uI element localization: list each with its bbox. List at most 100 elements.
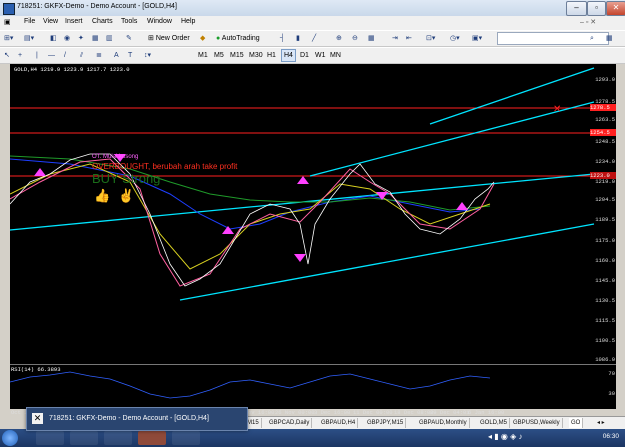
- menu-window[interactable]: Window: [147, 18, 172, 25]
- rsi-level-label: 70: [608, 370, 615, 377]
- indicator-separator: [10, 364, 616, 365]
- menu-view[interactable]: View: [43, 18, 58, 25]
- maximize-button[interactable]: ▫: [587, 1, 606, 16]
- menu-insert[interactable]: Insert: [65, 18, 83, 25]
- indicators-icon[interactable]: ⊡▾: [426, 33, 435, 44]
- child-window-buttons[interactable]: – ▫ ✕: [580, 18, 596, 26]
- chart-area[interactable]: GOLD,H4 1219.9 1223.9 1217.7 1223.0 ✕ RS…: [10, 64, 616, 416]
- expert-advisors-icon[interactable]: ◆: [200, 33, 205, 44]
- profiles-icon[interactable]: ▤▾: [24, 33, 34, 44]
- horizontal-line-icon[interactable]: —: [48, 50, 55, 61]
- menu-file[interactable]: File: [24, 18, 35, 25]
- community-icon[interactable]: ▦: [606, 33, 613, 44]
- trendline-top[interactable]: [429, 67, 595, 125]
- cursor-icon[interactable]: ↖: [4, 50, 10, 61]
- metaeditor-icon[interactable]: ✎: [126, 33, 132, 44]
- text-icon[interactable]: A: [114, 50, 119, 61]
- tab-gbpusd-weekly[interactable]: GBPUSD,Weekly: [511, 418, 563, 428]
- time-axis-label: ov 16:00: [248, 409, 275, 416]
- price-axis-label: 1234.0: [595, 158, 615, 165]
- taskbar-app[interactable]: [36, 431, 64, 445]
- close-button[interactable]: ✕: [606, 1, 625, 16]
- tab-gold-active[interactable]: GO: [569, 418, 584, 428]
- timeframe-m5[interactable]: M5: [214, 50, 224, 61]
- taskbar: 06:30 ◂ ▮ ◉ ◈ ♪: [0, 429, 625, 447]
- taskbar-app-mt4[interactable]: [138, 431, 166, 445]
- tab-gold-m5[interactable]: GOLD,M5: [478, 418, 511, 428]
- price-axis-label: 1219.0: [595, 178, 615, 185]
- tile-windows-icon[interactable]: ▦: [368, 33, 375, 44]
- gesture-icon: ✌: [118, 188, 135, 203]
- arrows-icon[interactable]: ↕▾: [144, 50, 151, 61]
- periods-icon[interactable]: ◷▾: [450, 33, 460, 44]
- buy-arrow-icon: [222, 226, 234, 234]
- autotrading-button[interactable]: ● AutoTrading: [216, 33, 260, 44]
- tab-gbpaud-h4[interactable]: GBPAUD,H4: [319, 418, 359, 428]
- taskbar-app[interactable]: [172, 431, 200, 445]
- annotation-overbought[interactable]: OVERBOUGHT, berubah arah take profit: [92, 162, 237, 171]
- thumbs-up-icon: 👍: [94, 188, 111, 203]
- price-axis-label: 1145.0: [595, 277, 615, 284]
- taskbar-app[interactable]: [70, 431, 98, 445]
- bar-chart-icon[interactable]: ┤: [280, 33, 285, 44]
- vertical-line-icon[interactable]: |: [36, 50, 38, 61]
- price-axis-label: 1189.5: [595, 216, 615, 223]
- tab-scroll-arrows[interactable]: ◂ ▸: [595, 418, 607, 428]
- navigator-icon[interactable]: ✦: [78, 33, 84, 44]
- terminal-icon[interactable]: ▦: [92, 33, 99, 44]
- taskbar-preview-tooltip[interactable]: ✕ 718251: GKFX-Demo - Demo Account - [GO…: [26, 407, 248, 431]
- timeframe-h4[interactable]: H4: [281, 49, 296, 62]
- trendline-lower-channel[interactable]: [179, 223, 595, 301]
- equidistant-channel-icon[interactable]: ⫽: [80, 50, 83, 61]
- time-axis-label: 11 Dec 00:00: [353, 409, 393, 416]
- price-axis-label: 1248.5: [595, 138, 615, 145]
- zoom-in-icon[interactable]: ⊕: [336, 33, 342, 44]
- trendline-icon[interactable]: /: [64, 50, 66, 61]
- app-icon: [3, 3, 15, 15]
- mt4-app-icon: ✕: [32, 413, 43, 424]
- timeframe-m30[interactable]: M30: [249, 50, 263, 61]
- chart-shift-icon[interactable]: ⇤: [406, 33, 412, 44]
- trendline-upper-steep[interactable]: [309, 101, 595, 177]
- timeframe-m1[interactable]: M1: [198, 50, 208, 61]
- annotation-buy-strong[interactable]: BUY Strong: [92, 171, 160, 186]
- data-window-icon[interactable]: ◉: [64, 33, 70, 44]
- candlestick-icon[interactable]: ▮: [296, 33, 300, 44]
- price-tag-red: 1278.5: [590, 104, 616, 111]
- fibonacci-icon[interactable]: ≣: [96, 50, 102, 61]
- tab-gbpjpy-m15[interactable]: GBPJPY,M15: [365, 418, 407, 428]
- chart-menu-icon[interactable]: ▣: [4, 18, 11, 26]
- timeframe-w1[interactable]: W1: [315, 50, 326, 61]
- new-chart-icon[interactable]: ⊞▾: [4, 33, 13, 44]
- tab-gbpaud-monthly[interactable]: GBPAUD,Monthly: [417, 418, 470, 428]
- strategy-tester-icon[interactable]: ▥: [106, 33, 113, 44]
- market-watch-icon[interactable]: ◧: [50, 33, 57, 44]
- zoom-out-icon[interactable]: ⊖: [352, 33, 358, 44]
- timeframe-m15[interactable]: M15: [230, 50, 244, 61]
- timeframe-d1[interactable]: D1: [300, 50, 309, 61]
- search-icon[interactable]: ⌕: [590, 33, 594, 44]
- time-axis-label: 18 Dec 08:00: [394, 409, 434, 416]
- price-axis-label: 1130.5: [595, 297, 615, 304]
- price-axis-label: 1293.0: [595, 76, 615, 83]
- crosshair-icon[interactable]: +: [18, 50, 22, 61]
- drawing-toolbar: ↖ + | — / ⫽ ≣ A T ↕▾ M1 M5 M15 M30 H1 H4…: [0, 47, 625, 64]
- timeframe-mn[interactable]: MN: [330, 50, 341, 61]
- new-order-button[interactable]: ⊞ New Order: [148, 33, 190, 44]
- auto-scroll-icon[interactable]: ⇥: [392, 33, 398, 44]
- minimize-button[interactable]: –: [566, 1, 587, 16]
- new-order-icon: ⊞: [148, 35, 156, 42]
- menu-tools[interactable]: Tools: [121, 18, 137, 25]
- line-chart-icon[interactable]: ╱: [312, 33, 316, 44]
- taskbar-app[interactable]: [104, 431, 132, 445]
- menu-help[interactable]: Help: [181, 18, 195, 25]
- text-label-icon[interactable]: T: [128, 50, 132, 61]
- timeframe-h1[interactable]: H1: [267, 50, 276, 61]
- tray-icons[interactable]: ◂ ▮ ◉ ◈ ♪: [488, 432, 522, 441]
- templates-icon[interactable]: ▣▾: [472, 33, 482, 44]
- start-button[interactable]: [2, 430, 18, 446]
- menu-charts[interactable]: Charts: [92, 18, 113, 25]
- price-axis-label: 1175.0: [595, 237, 615, 244]
- tab-gbpcad-daily[interactable]: GBPCAD,Daily: [267, 418, 313, 428]
- annotation-start-short[interactable]: OT. Mulai kosong: [92, 154, 138, 160]
